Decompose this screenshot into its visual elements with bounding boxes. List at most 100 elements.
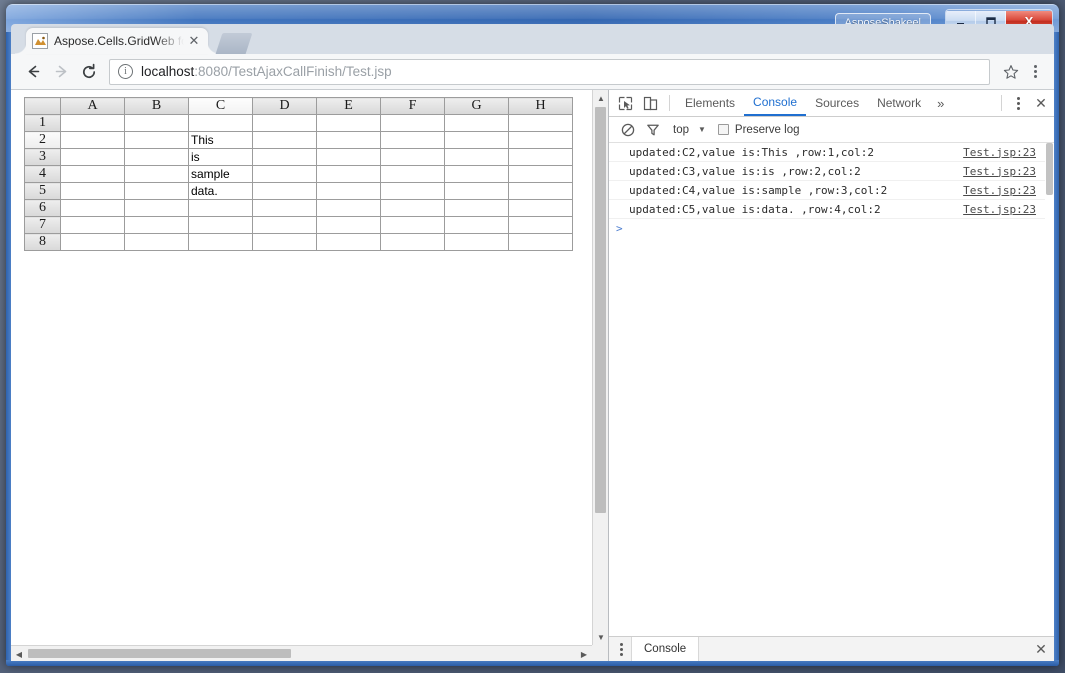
cell-g6[interactable] — [444, 199, 509, 217]
cell-f2[interactable] — [380, 131, 445, 149]
row-header-7[interactable]: 7 — [24, 216, 61, 234]
cell-h2[interactable] — [508, 131, 573, 149]
reload-button[interactable] — [75, 58, 103, 86]
cell-f6[interactable] — [380, 199, 445, 217]
cell-e1[interactable] — [316, 114, 381, 132]
cell-b3[interactable] — [124, 148, 189, 166]
cell-c5[interactable]: data. — [188, 182, 253, 200]
preserve-log-checkbox[interactable] — [717, 124, 729, 135]
chrome-menu-button[interactable] — [1024, 58, 1046, 86]
cell-b4[interactable] — [124, 165, 189, 183]
cell-a2[interactable] — [60, 131, 125, 149]
console-message[interactable]: updated:C4,value is:sample ,row:3,col:2 … — [609, 181, 1054, 200]
cell-g1[interactable] — [444, 114, 509, 132]
cell-c2[interactable]: This — [188, 131, 253, 149]
grid-select-all-corner[interactable] — [24, 97, 61, 115]
cell-d1[interactable] — [252, 114, 317, 132]
spreadsheet-grid[interactable]: A B C D E F G H 1 2 This 3 is 4 sample 5… — [24, 97, 573, 251]
cell-e5[interactable] — [316, 182, 381, 200]
cell-h5[interactable] — [508, 182, 573, 200]
console-scrollbar[interactable] — [1045, 143, 1054, 636]
browser-tab[interactable]: Aspose.Cells.GridWeb for ✕ — [15, 28, 208, 54]
row-header-5[interactable]: 5 — [24, 182, 61, 200]
cell-e7[interactable] — [316, 216, 381, 234]
cell-b7[interactable] — [124, 216, 189, 234]
page-info-icon[interactable]: i — [118, 64, 133, 79]
cell-f4[interactable] — [380, 165, 445, 183]
scroll-up-button[interactable]: ▲ — [593, 90, 608, 106]
more-tabs-icon[interactable]: » — [930, 90, 951, 116]
column-header-c[interactable]: C — [188, 97, 253, 115]
tab-elements[interactable]: Elements — [676, 90, 744, 116]
cell-b1[interactable] — [124, 114, 189, 132]
cell-h6[interactable] — [508, 199, 573, 217]
device-toolbar-button[interactable] — [638, 91, 663, 116]
devtools-close-button[interactable]: ✕ — [1028, 91, 1054, 116]
devtools-menu-button[interactable] — [1008, 91, 1028, 116]
row-header-4[interactable]: 4 — [24, 165, 61, 183]
cell-d3[interactable] — [252, 148, 317, 166]
console-scroll-thumb[interactable] — [1046, 143, 1053, 195]
back-button[interactable] — [19, 58, 47, 86]
column-header-a[interactable]: A — [60, 97, 125, 115]
cell-d6[interactable] — [252, 199, 317, 217]
scroll-left-button[interactable]: ◀ — [11, 646, 27, 661]
cell-d5[interactable] — [252, 182, 317, 200]
cell-f3[interactable] — [380, 148, 445, 166]
cell-h7[interactable] — [508, 216, 573, 234]
cell-g7[interactable] — [444, 216, 509, 234]
row-header-6[interactable]: 6 — [24, 199, 61, 217]
tab-network[interactable]: Network — [868, 90, 930, 116]
cell-g5[interactable] — [444, 182, 509, 200]
cell-g2[interactable] — [444, 131, 509, 149]
filter-button[interactable] — [640, 117, 665, 142]
horizontal-scroll-thumb[interactable] — [28, 649, 291, 658]
tab-sources[interactable]: Sources — [806, 90, 868, 116]
vertical-scroll-thumb[interactable] — [595, 107, 606, 513]
console-output[interactable]: updated:C2,value is:This ,row:1,col:2 Te… — [609, 143, 1054, 636]
cell-f8[interactable] — [380, 233, 445, 251]
new-tab-button[interactable] — [215, 33, 253, 54]
cell-c7[interactable] — [188, 216, 253, 234]
cell-a5[interactable] — [60, 182, 125, 200]
cell-h4[interactable] — [508, 165, 573, 183]
column-header-g[interactable]: G — [444, 97, 509, 115]
cell-e6[interactable] — [316, 199, 381, 217]
cell-a6[interactable] — [60, 199, 125, 217]
clear-console-button[interactable] — [615, 117, 640, 142]
console-message[interactable]: updated:C2,value is:This ,row:1,col:2 Te… — [609, 143, 1054, 162]
tab-close-icon[interactable]: ✕ — [186, 33, 202, 49]
preserve-log-toggle[interactable]: Preserve log — [717, 124, 799, 136]
cell-e2[interactable] — [316, 131, 381, 149]
column-header-f[interactable]: F — [380, 97, 445, 115]
cell-h1[interactable] — [508, 114, 573, 132]
cell-f1[interactable] — [380, 114, 445, 132]
cell-d7[interactable] — [252, 216, 317, 234]
cell-f5[interactable] — [380, 182, 445, 200]
cell-a1[interactable] — [60, 114, 125, 132]
execution-context-selector[interactable]: top ▼ — [673, 124, 706, 136]
cell-d2[interactable] — [252, 131, 317, 149]
cell-c6[interactable] — [188, 199, 253, 217]
console-message-source[interactable]: Test.jsp:23 — [963, 165, 1050, 178]
cell-c1[interactable] — [188, 114, 253, 132]
cell-h8[interactable] — [508, 233, 573, 251]
cell-g8[interactable] — [444, 233, 509, 251]
cell-c3[interactable]: is — [188, 148, 253, 166]
page-vertical-scrollbar[interactable]: ▲ ▼ — [592, 90, 608, 645]
cell-a8[interactable] — [60, 233, 125, 251]
column-header-e[interactable]: E — [316, 97, 381, 115]
scroll-down-button[interactable]: ▼ — [593, 629, 608, 645]
address-bar[interactable]: i localhost:8080/TestAjaxCallFinish/Test… — [109, 58, 990, 85]
inspect-element-button[interactable] — [613, 91, 638, 116]
console-message-source[interactable]: Test.jsp:23 — [963, 184, 1050, 197]
cell-a4[interactable] — [60, 165, 125, 183]
cell-d4[interactable] — [252, 165, 317, 183]
row-header-1[interactable]: 1 — [24, 114, 61, 132]
cell-a3[interactable] — [60, 148, 125, 166]
console-message-source[interactable]: Test.jsp:23 — [963, 146, 1050, 159]
cell-e8[interactable] — [316, 233, 381, 251]
console-message[interactable]: updated:C3,value is:is ,row:2,col:2 Test… — [609, 162, 1054, 181]
cell-e4[interactable] — [316, 165, 381, 183]
column-header-b[interactable]: B — [124, 97, 189, 115]
